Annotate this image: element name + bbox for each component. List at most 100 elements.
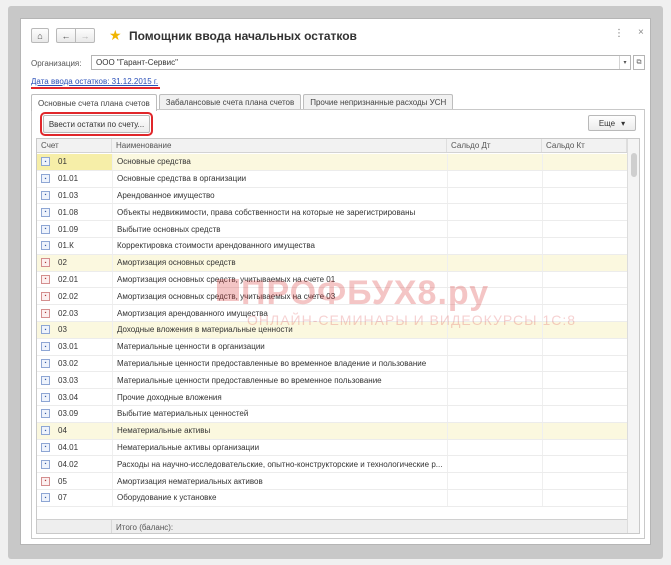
debit-balance-cell[interactable] [447, 422, 542, 439]
credit-balance-cell[interactable] [542, 405, 627, 422]
debit-balance-cell[interactable] [447, 372, 542, 389]
account-cell[interactable]: ▪ 03.01 [37, 339, 112, 355]
credit-balance-cell[interactable] [542, 473, 627, 489]
account-cell[interactable]: ▪ 01.К [37, 238, 112, 254]
open-organization-button[interactable]: ⧉ [633, 55, 645, 70]
account-cell[interactable]: ▪ 02 [37, 255, 112, 271]
credit-balance-cell[interactable] [542, 237, 627, 254]
close-icon[interactable]: × [638, 27, 644, 38]
credit-balance-cell[interactable] [542, 338, 627, 355]
table-row[interactable]: ▪ 01 Основные средства [37, 154, 627, 171]
account-name[interactable]: Основные средства в организации [112, 170, 447, 187]
credit-balance-cell[interactable] [542, 389, 627, 405]
debit-balance-cell[interactable] [447, 305, 542, 321]
credit-balance-cell[interactable] [542, 221, 627, 237]
credit-balance-cell[interactable] [542, 170, 627, 187]
table-row[interactable]: ▪ 07 Оборудование к установке [37, 489, 627, 507]
table-row[interactable]: ▪ 02.02 Амортизация основных средств, учит… [37, 288, 627, 306]
credit-balance-cell[interactable] [542, 439, 627, 456]
account-cell[interactable]: ▪ 01.03 [37, 188, 112, 204]
table-row[interactable]: ▪ 01.01 Основные средства в организации [37, 170, 627, 188]
debit-balance-cell[interactable] [447, 271, 542, 288]
debit-balance-cell[interactable] [447, 321, 542, 338]
account-name[interactable]: Прочие доходные вложения [112, 389, 447, 405]
back-button[interactable]: ← [56, 28, 76, 43]
debit-balance-cell[interactable] [447, 439, 542, 456]
date-input-link[interactable]: Дата ввода остатков: 31.12.2015 г. [31, 77, 161, 89]
account-cell[interactable]: ▪ 03.04 [37, 389, 112, 405]
credit-balance-cell[interactable] [542, 187, 627, 204]
column-header-name[interactable]: Наименование [112, 139, 447, 152]
debit-balance-cell[interactable] [447, 456, 542, 473]
window-menu-icon[interactable]: ⋮ [614, 28, 625, 39]
tab-main-accounts[interactable]: Основные счета плана счетов [31, 94, 157, 111]
debit-balance-cell[interactable] [447, 254, 542, 271]
credit-balance-cell[interactable] [542, 355, 627, 372]
debit-balance-cell[interactable] [447, 221, 542, 237]
organization-value[interactable]: ООО "Гарант-Сервис" [92, 58, 619, 67]
account-name[interactable]: Нематериальные активы организации [112, 439, 447, 456]
account-cell[interactable]: ▪ 03.03 [37, 372, 112, 388]
account-name[interactable]: Амортизация основных средств, учитываемы… [112, 288, 447, 305]
column-header-debit[interactable]: Сальдо Дт [447, 139, 542, 152]
account-name[interactable]: Материальные ценности предоставленные во… [112, 372, 447, 389]
account-cell[interactable]: ▪ 02.03 [37, 305, 112, 321]
account-name[interactable]: Выбытие материальных ценностей [112, 405, 447, 422]
debit-balance-cell[interactable] [447, 405, 542, 422]
debit-balance-cell[interactable] [447, 288, 542, 305]
credit-balance-cell[interactable] [542, 154, 627, 170]
table-row[interactable]: ▪ 01.09 Выбытие основных средств [37, 221, 627, 238]
tab-usn-expenses[interactable]: Прочие непризнанные расходы УСН [303, 94, 454, 110]
account-name[interactable]: Доходные вложения в материальные ценност… [112, 321, 447, 338]
account-cell[interactable]: ▪ 01.09 [37, 221, 112, 237]
account-cell[interactable]: ▪ 02.01 [37, 272, 112, 288]
account-name[interactable]: Оборудование к установке [112, 489, 447, 506]
account-name[interactable]: Амортизация арендованного имущества [112, 305, 447, 321]
debit-balance-cell[interactable] [447, 489, 542, 506]
account-cell[interactable]: ▪ 02.02 [37, 288, 112, 304]
account-name[interactable]: Выбытие основных средств [112, 221, 447, 237]
table-row[interactable]: ▪ 03.02 Материальные ценности предоставлен… [37, 355, 627, 373]
credit-balance-cell[interactable] [542, 321, 627, 338]
debit-balance-cell[interactable] [447, 154, 542, 170]
debit-balance-cell[interactable] [447, 389, 542, 405]
account-cell[interactable]: ▪ 01.01 [37, 171, 112, 187]
account-name[interactable]: Объекты недвижимости, права собственност… [112, 204, 447, 221]
account-cell[interactable]: ▪ 03.02 [37, 356, 112, 372]
table-row[interactable]: ▪ 02 Амортизация основных средств [37, 254, 627, 272]
table-row[interactable]: ▪ 03.03 Материальные ценности предоставлен… [37, 372, 627, 390]
table-row[interactable]: ▪ 04.01 Нематериальные активы организации [37, 439, 627, 457]
more-button[interactable]: Еще ▾ [588, 115, 636, 131]
account-cell[interactable]: ▪ 04.01 [37, 440, 112, 456]
account-cell[interactable]: ▪ 01.08 [37, 204, 112, 220]
account-cell[interactable]: ▪ 05 [37, 473, 112, 489]
table-row[interactable]: ▪ 01.08 Объекты недвижимости, права собств… [37, 204, 627, 222]
debit-balance-cell[interactable] [447, 187, 542, 204]
favorite-star-icon[interactable]: ★ [109, 27, 122, 44]
debit-balance-cell[interactable] [447, 473, 542, 489]
debit-balance-cell[interactable] [447, 355, 542, 372]
account-cell[interactable]: ▪ 03 [37, 322, 112, 338]
account-name[interactable]: Амортизация нематериальных активов [112, 473, 447, 489]
account-name[interactable]: Амортизация основных средств, учитываемы… [112, 271, 447, 288]
home-button[interactable]: ⌂ [31, 28, 49, 43]
table-row[interactable]: ▪ 04 Нематериальные активы [37, 422, 627, 440]
column-header-account[interactable]: Счет [37, 139, 112, 152]
table-row[interactable]: ▪ 02.03 Амортизация арендованного имуществ… [37, 305, 627, 322]
table-row[interactable]: ▪ 02.01 Амортизация основных средств, учит… [37, 271, 627, 289]
enter-balances-button[interactable]: Ввести остатки по счету... [40, 112, 153, 136]
tab-off-balance-accounts[interactable]: Забалансовые счета плана счетов [158, 94, 302, 110]
account-name[interactable]: Корректировка стоимости арендованного им… [112, 237, 447, 254]
credit-balance-cell[interactable] [542, 305, 627, 321]
account-cell[interactable]: ▪ 03.09 [37, 406, 112, 422]
credit-balance-cell[interactable] [542, 489, 627, 506]
credit-balance-cell[interactable] [542, 456, 627, 473]
organization-field[interactable]: ООО "Гарант-Сервис" ▾ [91, 55, 631, 70]
table-row[interactable]: ▪ 03.04 Прочие доходные вложения [37, 389, 627, 406]
account-name[interactable]: Основные средства [112, 154, 447, 170]
credit-balance-cell[interactable] [542, 372, 627, 389]
column-header-credit[interactable]: Сальдо Кт [542, 139, 627, 152]
table-row[interactable]: ▪ 03.01 Материальные ценности в организаци… [37, 338, 627, 356]
account-name[interactable]: Расходы на научно-исследовательские, опы… [112, 456, 447, 473]
account-cell[interactable]: ▪ 01 [37, 154, 112, 170]
